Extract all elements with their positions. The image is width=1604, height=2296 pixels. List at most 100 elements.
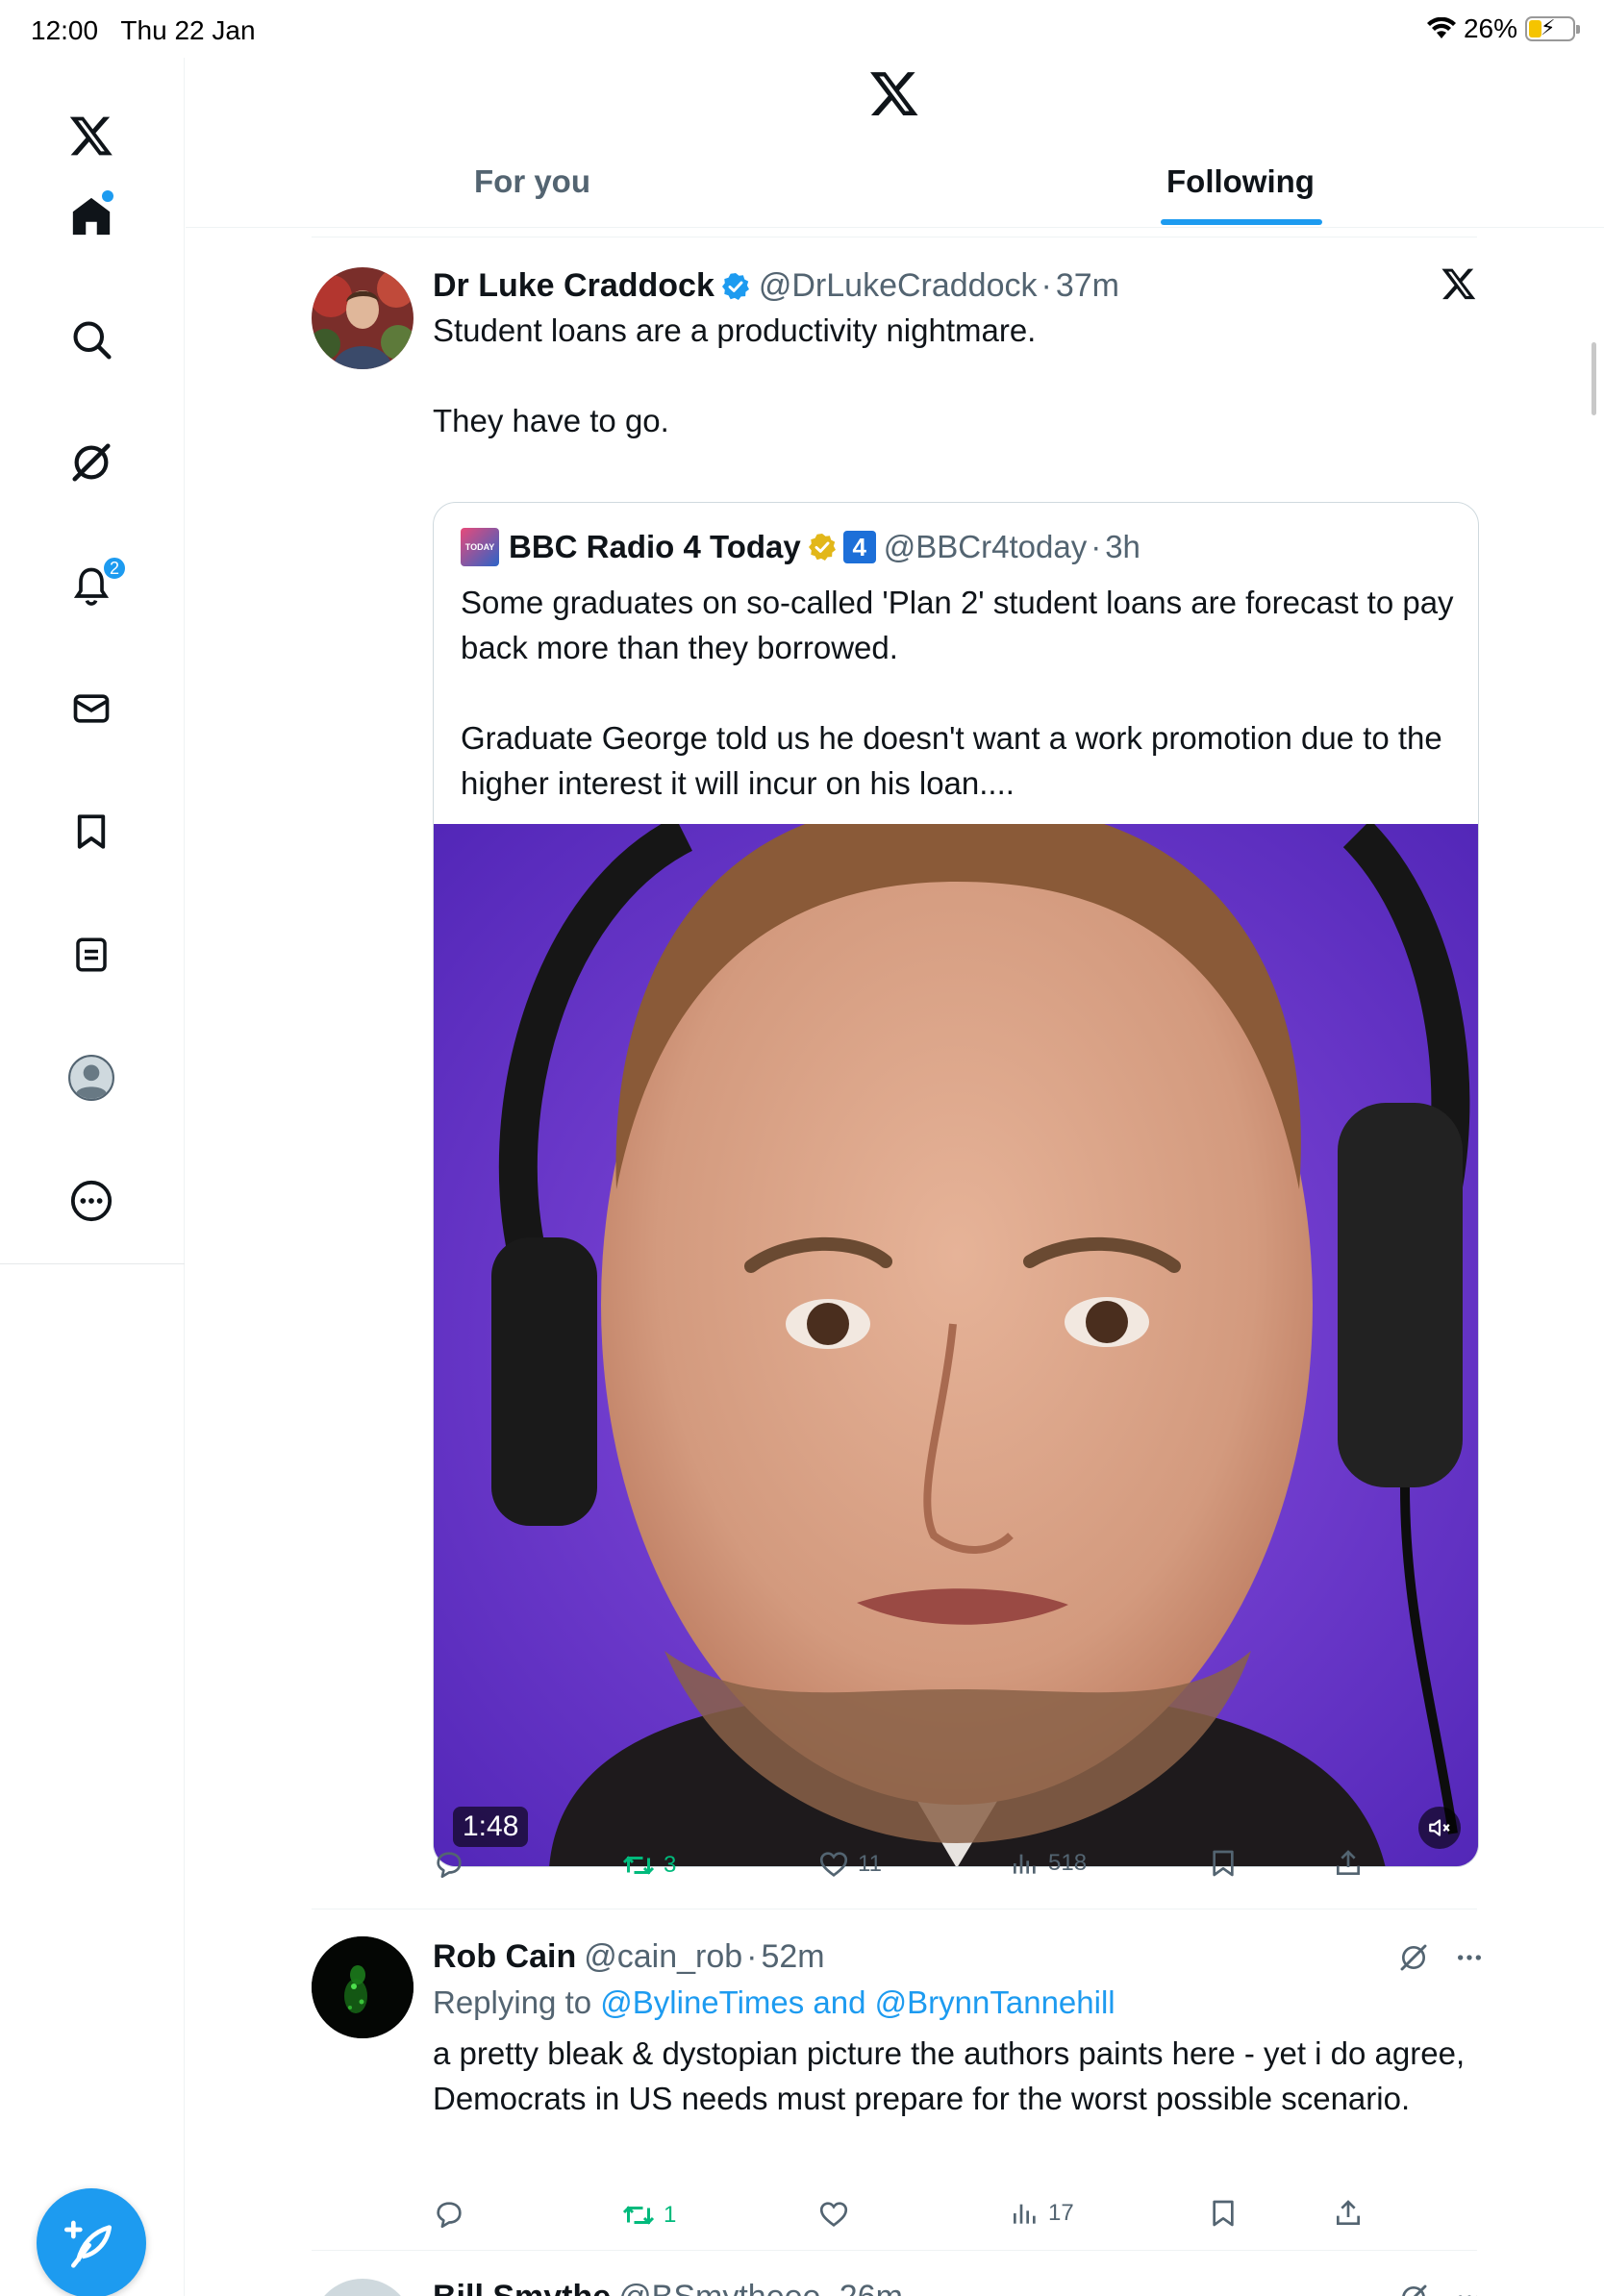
grok-icon[interactable] bbox=[1398, 1942, 1429, 1973]
more-icon bbox=[70, 1180, 113, 1222]
x-logo-icon bbox=[868, 67, 920, 124]
reply-button[interactable] bbox=[433, 1848, 473, 1881]
like-button[interactable] bbox=[817, 2198, 858, 2231]
grok-x-icon[interactable] bbox=[1441, 265, 1477, 307]
compose-feather-icon bbox=[64, 2220, 112, 2268]
active-tab-indicator bbox=[1161, 219, 1322, 225]
tweet-text: a pretty bleak & dystopian picture the a… bbox=[433, 2035, 1466, 2116]
quoted-display-name: BBC Radio 4 Today bbox=[509, 529, 801, 564]
sidebar-item-messages[interactable] bbox=[63, 681, 119, 736]
avatar[interactable] bbox=[312, 1936, 414, 2038]
timestamp[interactable]: 26m bbox=[840, 2279, 903, 2296]
sidebar-item-notifications[interactable]: 2 bbox=[63, 556, 127, 613]
wifi-icon bbox=[1426, 17, 1456, 38]
scrollbar[interactable] bbox=[1591, 342, 1596, 415]
views-button[interactable]: 17 bbox=[1010, 2198, 1074, 2229]
display-name[interactable]: Bill Smythe bbox=[433, 2279, 611, 2296]
sidebar-item-bookmarks[interactable] bbox=[63, 804, 119, 860]
timestamp[interactable]: 52m bbox=[761, 1938, 824, 1976]
bookmark-icon bbox=[1213, 1850, 1234, 1877]
avatar[interactable] bbox=[312, 267, 414, 369]
tweet-tools bbox=[1398, 2283, 1477, 2296]
user-handle[interactable]: @cain_rob bbox=[584, 1938, 742, 1976]
battery-percent: 26% bbox=[1463, 13, 1517, 43]
sidebar-item-lists[interactable] bbox=[63, 927, 119, 983]
sidebar-item-more[interactable] bbox=[63, 1173, 119, 1229]
battery-icon: ⚡ bbox=[1525, 15, 1580, 41]
share-icon bbox=[1337, 1850, 1360, 1875]
tweet-header: Bill Smythe @BSmytheee · 26m bbox=[433, 2279, 903, 2296]
more-dots-icon[interactable] bbox=[1454, 1942, 1485, 1973]
video-player[interactable]: 1:48 bbox=[434, 824, 1478, 1866]
views-button[interactable]: 518 bbox=[1010, 1848, 1087, 1879]
retweet-count: 1 bbox=[664, 2202, 677, 2228]
heart-icon bbox=[819, 1852, 848, 1878]
tweet[interactable]: Bill Smythe @BSmytheee · 26m bbox=[312, 2275, 1477, 2296]
sidebar-item-home[interactable] bbox=[63, 188, 119, 244]
like-button[interactable]: 11 bbox=[817, 1848, 882, 1881]
user-handle[interactable]: @DrLukeCraddock bbox=[759, 267, 1038, 305]
views-chart-icon bbox=[1014, 2204, 1036, 2224]
tweet-tools bbox=[1398, 1942, 1485, 1973]
quoted-tweet-text: Some graduates on so-called 'Plan 2' stu… bbox=[461, 585, 1454, 801]
sidebar-item-search[interactable] bbox=[63, 312, 119, 367]
more-dots-icon[interactable] bbox=[1454, 2283, 1477, 2296]
avatar-icon bbox=[68, 1055, 114, 1101]
retweet-button[interactable]: 3 bbox=[621, 1848, 676, 1883]
mute-button[interactable] bbox=[1418, 1807, 1461, 1849]
quoted-timestamp: 3h bbox=[1105, 529, 1140, 564]
quoted-tweet[interactable]: TODAY BBC Radio 4 Today 4 @BBCr4today · … bbox=[433, 502, 1479, 1867]
tweet[interactable]: Rob Cain @cain_rob · 52m Replying to @By… bbox=[312, 1934, 1481, 2252]
tab-following[interactable]: Following bbox=[1166, 163, 1315, 200]
share-button[interactable] bbox=[1333, 2198, 1364, 2229]
view-count: 518 bbox=[1048, 1850, 1088, 1876]
sidebar-item-grok[interactable] bbox=[63, 435, 119, 490]
retweet-count: 3 bbox=[664, 1852, 677, 1878]
gold-verified-badge-icon bbox=[807, 532, 838, 562]
home-unread-dot bbox=[102, 190, 113, 202]
reply-icon bbox=[437, 1852, 462, 1879]
reply-button[interactable] bbox=[433, 2198, 473, 2231]
compose-post-button[interactable] bbox=[37, 2188, 146, 2296]
timestamp[interactable]: 37m bbox=[1056, 267, 1119, 305]
retweet-icon bbox=[622, 1856, 655, 1875]
like-count: 11 bbox=[858, 1851, 882, 1877]
speaker-muted-icon bbox=[1429, 1819, 1450, 1836]
tweet-divider bbox=[312, 2250, 1477, 2251]
user-handle[interactable]: @BSmytheee bbox=[618, 2279, 820, 2296]
views-chart-icon bbox=[1014, 1854, 1036, 1874]
status-indicators: 26% ⚡ bbox=[1426, 13, 1580, 44]
quoted-tweet-header: TODAY BBC Radio 4 Today 4 @BBCr4today · … bbox=[461, 528, 1140, 566]
video-duration: 1:48 bbox=[453, 1807, 529, 1847]
tab-for-you[interactable]: For you bbox=[474, 163, 590, 200]
bookmark-button[interactable] bbox=[1208, 2198, 1239, 2229]
grok-icon bbox=[72, 443, 111, 482]
grok-icon[interactable] bbox=[1398, 2283, 1429, 2296]
reply-icon bbox=[437, 2202, 462, 2229]
quoted-handle: @BBCr4today bbox=[883, 529, 1088, 564]
sidebar-item-profile[interactable] bbox=[63, 1050, 119, 1106]
share-button[interactable] bbox=[1333, 1848, 1364, 1879]
sidebar-divider bbox=[0, 1263, 185, 1264]
replying-to-links[interactable]: @BylineTimes and @BrynnTannehill bbox=[600, 1984, 1115, 2020]
bookmark-button[interactable] bbox=[1208, 1848, 1239, 1879]
separator-dot: · bbox=[1090, 529, 1102, 564]
retweet-button[interactable]: 1 bbox=[621, 2198, 676, 2233]
timeline-header: For you Following bbox=[186, 58, 1604, 228]
status-time: 12:00 Thu 22 Jan bbox=[31, 15, 256, 45]
affiliate-badge: 4 bbox=[842, 531, 876, 563]
verified-badge-icon bbox=[720, 271, 751, 302]
mail-icon bbox=[73, 694, 110, 723]
avatar[interactable] bbox=[312, 2279, 414, 2296]
tweet[interactable]: Dr Luke Craddock @DrLukeCraddock · 37m S… bbox=[312, 265, 1479, 1900]
replying-to: Replying to @BylineTimes and @BrynnTanne… bbox=[433, 1984, 1115, 2021]
search-icon bbox=[73, 321, 112, 360]
x-logo-icon[interactable] bbox=[63, 108, 119, 163]
replying-prefix: Replying to bbox=[433, 1984, 592, 2020]
display-name[interactable]: Dr Luke Craddock bbox=[433, 267, 714, 305]
display-name[interactable]: Rob Cain bbox=[433, 1938, 576, 1976]
bookmark-icon bbox=[1213, 2200, 1234, 2227]
separator-dot: · bbox=[746, 1938, 758, 1975]
tweet-header: Dr Luke Craddock @DrLukeCraddock · 37m bbox=[433, 267, 1119, 305]
video-frame bbox=[434, 824, 1478, 1866]
